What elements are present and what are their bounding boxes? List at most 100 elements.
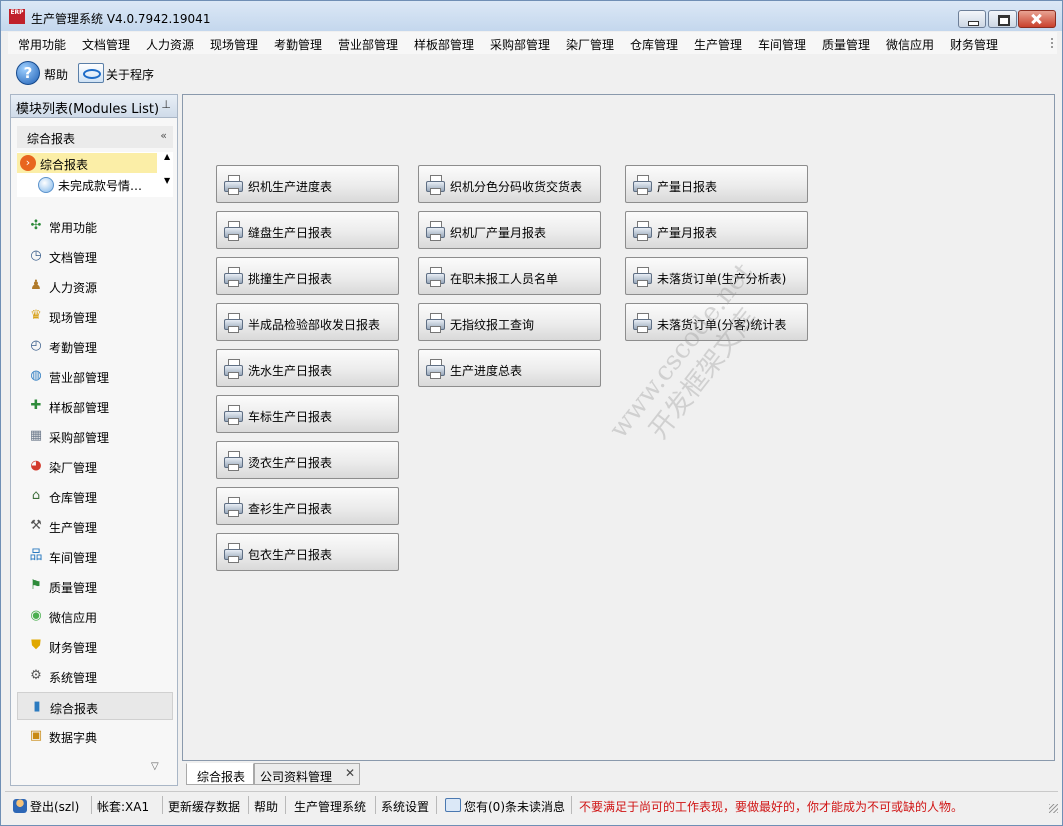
printer-icon <box>425 175 445 195</box>
divider <box>162 796 163 814</box>
report-button[interactable]: 产量日报表 <box>625 165 808 203</box>
sidebar-nav-label: 样板部管理 <box>49 401 110 415</box>
sidebar-nav-item[interactable]: ✣ 常用功能 <box>17 212 173 240</box>
report-button[interactable]: 织机厂产量月报表 <box>418 211 601 249</box>
sidebar-nav-label: 数据字典 <box>49 731 98 745</box>
menu-item[interactable]: 样板部管理 <box>414 36 474 53</box>
menu-item[interactable]: 财务管理 <box>950 36 998 53</box>
printer-part <box>228 280 239 287</box>
printer-icon <box>425 313 445 333</box>
more-chevron-icon[interactable]: ▽ <box>151 761 159 772</box>
report-button-label: 包衣生产日报表 <box>248 548 333 562</box>
status-help-button[interactable]: 帮助 <box>254 798 278 815</box>
printer-part <box>228 372 239 379</box>
report-button-label: 未落货订单(生产分析表) <box>657 272 787 286</box>
title-bar: ERP 生产管理系统 V4.0.7942.19041 <box>1 1 1062 31</box>
report-button[interactable]: 生产进度总表 <box>418 349 601 387</box>
minimize-button[interactable] <box>958 10 986 28</box>
menu-item[interactable]: 采购部管理 <box>490 36 550 53</box>
sidebar-nav-item[interactable]: ♟ 人力资源 <box>17 272 173 300</box>
menu-item[interactable]: 现场管理 <box>210 36 258 53</box>
collapse-icon[interactable]: « <box>160 129 167 142</box>
tab-label: 综合报表 <box>197 770 246 784</box>
menu-item[interactable]: 染厂管理 <box>566 36 614 53</box>
printer-part <box>228 510 239 517</box>
printer-icon <box>223 543 243 563</box>
report-button[interactable]: 挑撞生产日报表 <box>216 257 399 295</box>
report-button[interactable]: 织机生产进度表 <box>216 165 399 203</box>
report-button-label: 查衫生产日报表 <box>248 502 333 516</box>
report-button[interactable]: 织机分色分码收货交货表 <box>418 165 601 203</box>
menu-item[interactable]: 车间管理 <box>758 36 806 53</box>
tree-item[interactable]: 未完成款号情… <box>17 174 157 194</box>
sidebar-nav-item[interactable]: ▦ 采购部管理 <box>17 422 173 450</box>
pin-icon[interactable]: ⊥ <box>161 98 171 111</box>
scroll-down-icon[interactable]: ▼ <box>164 176 170 185</box>
report-button[interactable]: 无指纹报工查询 <box>418 303 601 341</box>
sidebar-nav-item[interactable]: ▣ 数据字典 <box>17 722 173 750</box>
sidebar-nav-item[interactable]: ⚙ 系统管理 <box>17 662 173 690</box>
report-button[interactable]: 缝盘生产日报表 <box>216 211 399 249</box>
divider <box>91 796 92 814</box>
report-button-label: 产量日报表 <box>657 180 718 194</box>
system-name-button[interactable]: 生产管理系统 <box>294 798 366 815</box>
report-button[interactable]: 半成品检验部收发日报表 <box>216 303 399 341</box>
sidebar-nav-item[interactable]: ⛊ 财务管理 <box>17 632 173 660</box>
report-button[interactable]: 在职未报工人员名单 <box>418 257 601 295</box>
report-button[interactable]: 车标生产日报表 <box>216 395 399 433</box>
settings-button[interactable]: 系统设置 <box>381 798 429 815</box>
sidebar-nav-item[interactable]: ◉ 微信应用 <box>17 602 173 630</box>
menu-item[interactable]: 质量管理 <box>822 36 870 53</box>
sidebar-nav-item[interactable]: ♛ 现场管理 <box>17 302 173 330</box>
report-tree: › 综合报表 未完成款号情… ▲ ▼ <box>17 152 173 197</box>
tree-item-selected[interactable]: › 综合报表 <box>17 153 157 173</box>
sidebar-nav-item[interactable]: ◴ 考勤管理 <box>17 332 173 360</box>
close-tab-icon[interactable]: ✕ <box>345 766 355 780</box>
messages-button[interactable]: 您有(0)条未读消息 <box>445 798 565 815</box>
tab-reports[interactable]: 综合报表 <box>186 763 254 785</box>
close-button[interactable] <box>1018 10 1056 28</box>
crown-icon: ♛ <box>30 308 42 323</box>
sidebar-nav-item[interactable]: ◷ 文档管理 <box>17 242 173 270</box>
menu-item[interactable]: 仓库管理 <box>630 36 678 53</box>
sidebar-nav-item[interactable]: ⚑ 质量管理 <box>17 572 173 600</box>
report-button-label: 织机分色分码收货交货表 <box>450 180 583 194</box>
sidebar-nav-item[interactable]: ⚒ 生产管理 <box>17 512 173 540</box>
menu-item[interactable]: 常用功能 <box>18 36 66 53</box>
menu-item[interactable]: 考勤管理 <box>274 36 322 53</box>
report-button[interactable]: 查衫生产日报表 <box>216 487 399 525</box>
sidebar-nav-item[interactable]: ⌂ 仓库管理 <box>17 482 173 510</box>
sidebar-nav-item[interactable]: 品车间管理 <box>17 542 173 570</box>
help-button[interactable]: ? 帮助 <box>16 61 76 85</box>
printer-icon <box>632 175 652 195</box>
scroll-up-icon[interactable]: ▲ <box>164 152 170 161</box>
refresh-cache-button[interactable]: 更新缓存数据 <box>168 798 240 815</box>
sidebar-nav-item[interactable]: ▮ 综合报表 <box>17 692 173 720</box>
menu-item[interactable]: 生产管理 <box>694 36 742 53</box>
sidebar-nav-label: 综合报表 <box>50 702 99 716</box>
menu-item[interactable]: 人力资源 <box>146 36 194 53</box>
sidebar-nav-item[interactable]: ✚ 样板部管理 <box>17 392 173 420</box>
report-button[interactable]: 包衣生产日报表 <box>216 533 399 571</box>
menu-item[interactable]: 营业部管理 <box>338 36 398 53</box>
report-button[interactable]: 产量月报表 <box>625 211 808 249</box>
report-button[interactable]: 未落货订单(分客)统计表 <box>625 303 808 341</box>
maximize-button[interactable] <box>988 10 1017 28</box>
logout-button[interactable]: 登出(szl) <box>13 798 79 815</box>
menu-item[interactable]: 微信应用 <box>886 36 934 53</box>
about-button[interactable]: 关于程序 <box>78 61 168 85</box>
sidebar-nav-item[interactable]: ◕ 染厂管理 <box>17 452 173 480</box>
report-button-label: 挑撞生产日报表 <box>248 272 333 286</box>
divider <box>375 796 376 814</box>
report-button[interactable]: 洗水生产日报表 <box>216 349 399 387</box>
resize-grip-icon[interactable] <box>1049 804 1058 813</box>
sidebar-nav-item[interactable]: ◍ 营业部管理 <box>17 362 173 390</box>
tab-company-info[interactable]: 公司资料管理 ✕ <box>254 763 360 785</box>
report-button[interactable]: 烫衣生产日报表 <box>216 441 399 479</box>
report-button[interactable]: 未落货订单(生产分析表) <box>625 257 808 295</box>
group-header[interactable]: 综合报表 « <box>17 126 173 148</box>
tree-scrollbar[interactable]: ▲ ▼ <box>163 152 173 197</box>
menu-item[interactable]: 文档管理 <box>82 36 130 53</box>
printer-part <box>228 234 239 241</box>
people-icon: ♟ <box>30 278 42 293</box>
